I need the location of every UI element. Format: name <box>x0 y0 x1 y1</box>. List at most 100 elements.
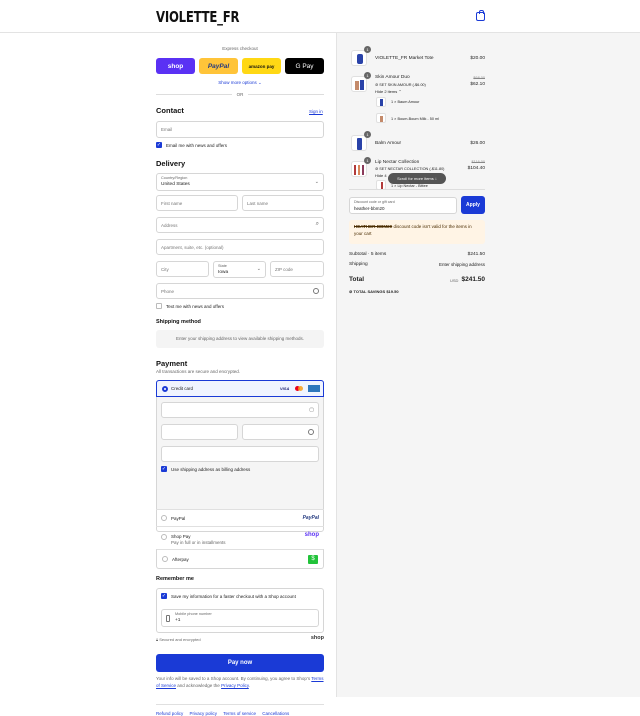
paypal-button[interactable]: PayPal <box>199 58 238 74</box>
savings-value: $19.50 <box>386 289 399 294</box>
contact-title: Contact <box>156 106 184 115</box>
shop-pay-label: shop <box>167 62 184 70</box>
show-more-options[interactable]: Show more options ⌄ <box>156 80 324 86</box>
scroll-more-pill[interactable]: Scroll for more items ↓ <box>388 173 446 184</box>
phone-placeholder: Phone <box>161 289 175 294</box>
lock-icon: ▢ <box>309 407 314 413</box>
google-pay-button[interactable]: G Pay <box>285 58 324 74</box>
terms-of-service-link[interactable]: Terms of service <box>223 711 256 716</box>
privacy-link[interactable]: Privacy Policy <box>221 683 249 688</box>
visa-icon: VISA <box>280 386 290 391</box>
or-divider: OR <box>236 92 244 97</box>
name-on-card-input[interactable] <box>161 446 319 462</box>
last-name-input[interactable]: Last name <box>242 195 324 211</box>
product-image <box>381 182 383 189</box>
help-icon[interactable] <box>308 429 314 435</box>
shipping-value: Enter shipping address <box>438 262 485 267</box>
secure-text: Secured and encrypted <box>159 637 201 642</box>
item-name: Lip Nectar Collection <box>375 160 420 165</box>
remember-me-title: Remember me <box>156 576 194 582</box>
afterpay-logo: $ <box>308 555 318 564</box>
billing-label: Use shipping address as billing address <box>171 467 251 472</box>
item-discount: ⊘ SET SKIN AMOUR (-$6.00) <box>375 82 426 87</box>
shop-pay-option[interactable]: Shop Pay Pay in full or in installments … <box>156 526 324 545</box>
product-image <box>354 165 356 175</box>
apartment-input[interactable]: Apartment, suite, etc. (optional) <box>156 239 324 255</box>
hide-items-toggle[interactable]: Hide 4 <box>375 173 387 178</box>
news-checkbox[interactable]: ✓ <box>156 142 162 148</box>
state-select[interactable]: State Iowa ⌄ <box>213 261 266 278</box>
chevron-down-icon: ⌄ <box>314 179 319 185</box>
apartment-placeholder: Apartment, suite, etc. (optional) <box>161 245 224 250</box>
pay-now-button[interactable]: Pay now <box>156 654 324 672</box>
mastercard-icon <box>295 386 303 392</box>
shop-pay-button[interactable]: shop <box>156 58 195 74</box>
amazon-pay-label: amazon pay <box>248 63 275 69</box>
item-price: $62.10 <box>470 82 485 87</box>
city-input[interactable]: City <box>156 261 209 277</box>
product-image <box>357 138 362 150</box>
product-image <box>360 80 364 90</box>
divider-left <box>156 94 232 95</box>
mobile-phone-input[interactable]: Mobile phone number +1 <box>161 609 319 627</box>
first-name-input[interactable]: First name <box>156 195 238 211</box>
delivery-title: Delivery <box>156 159 186 168</box>
item-price: $104.40 <box>467 166 485 171</box>
credit-card-label: Credit card <box>171 386 194 391</box>
radio-unselected[interactable] <box>161 534 167 540</box>
chevron-down-icon: ⌄ <box>256 266 261 272</box>
first-name-placeholder: First name <box>161 201 183 206</box>
help-icon[interactable] <box>313 288 319 294</box>
paypal-label: PayPal <box>207 62 230 70</box>
country-select[interactable]: Country/Region United States ⌄ <box>156 173 324 191</box>
hide-items-toggle[interactable]: Hide 2 items ⌃ <box>375 89 402 94</box>
payment-subtitle: All transactions are secure and encrypte… <box>156 369 241 374</box>
email-input[interactable]: Email <box>156 121 324 138</box>
shop-pay-sub: Pay in full or in installments <box>171 540 226 545</box>
header: VIOLETTE_FR <box>0 0 640 33</box>
discount-input[interactable]: Discount code or gift card heather-bbm20 <box>349 197 457 214</box>
radio-unselected[interactable] <box>162 556 168 562</box>
subtotal-value: $241.50 <box>467 252 485 257</box>
text-checkbox[interactable] <box>156 303 162 309</box>
phone-input[interactable]: Phone <box>156 283 324 299</box>
error-code: HEATHER-BBM20 <box>354 224 393 229</box>
sub-item-thumbnail <box>376 97 386 107</box>
quantity-badge: 1 <box>364 131 371 138</box>
discount-error: HEATHER-BBM20 discount code isn't valid … <box>349 220 485 244</box>
amazon-pay-button[interactable]: amazon pay <box>242 58 281 74</box>
country-label: Country/Region <box>161 176 188 180</box>
afterpay-option[interactable]: Afterpay $ <box>156 549 324 569</box>
item-discount: ⊘ SET NECTAR COLLECTION (-$11.80) <box>375 166 444 171</box>
apply-button[interactable]: Apply <box>461 196 485 214</box>
mobile-label: Mobile phone number <box>175 612 212 616</box>
subtotal-label: Subtotal · 5 items <box>349 252 387 257</box>
security-code-input[interactable] <box>242 424 319 440</box>
cart-divider <box>349 189 485 190</box>
address-input[interactable]: Address ⌕ <box>156 217 324 233</box>
radio-selected[interactable] <box>162 386 168 392</box>
paypal-option[interactable]: PayPal PayPal <box>156 509 324 521</box>
refund-policy-link[interactable]: Refund policy <box>156 711 183 716</box>
privacy-policy-link[interactable]: Privacy policy <box>190 711 218 716</box>
card-number-input[interactable]: ▢ <box>161 402 319 418</box>
cart-bag-icon[interactable] <box>476 10 485 21</box>
legal-text-1: Your info will be saved to a Shop accoun… <box>156 676 311 681</box>
brand-logo[interactable]: VIOLETTE_FR <box>156 8 240 26</box>
express-checkout-title: Express checkout <box>222 46 258 51</box>
savings-label: TOTAL SAVINGS <box>353 289 386 294</box>
discount-value: heather-bbm20 <box>354 206 385 211</box>
product-image <box>362 165 364 175</box>
cancellations-link[interactable]: Cancellations <box>262 711 289 716</box>
search-icon: ⌕ <box>315 221 319 227</box>
expiry-input[interactable] <box>161 424 238 440</box>
item-discount-text: SET NECTAR COLLECTION (-$11.80) <box>379 167 445 171</box>
radio-unselected[interactable] <box>161 515 167 521</box>
legal-text: Your info will be saved to a Shop accoun… <box>156 676 324 689</box>
save-info-checkbox[interactable]: ✓ <box>161 593 167 599</box>
zip-input[interactable]: ZIP code <box>270 261 324 277</box>
billing-checkbox[interactable]: ✓ <box>161 466 167 472</box>
credit-card-option[interactable]: Credit card VISA <box>156 380 324 397</box>
sub-item: 1 × Lip Nectar - Bittee <box>391 184 428 188</box>
sign-in-link[interactable]: Sign in <box>309 109 323 114</box>
